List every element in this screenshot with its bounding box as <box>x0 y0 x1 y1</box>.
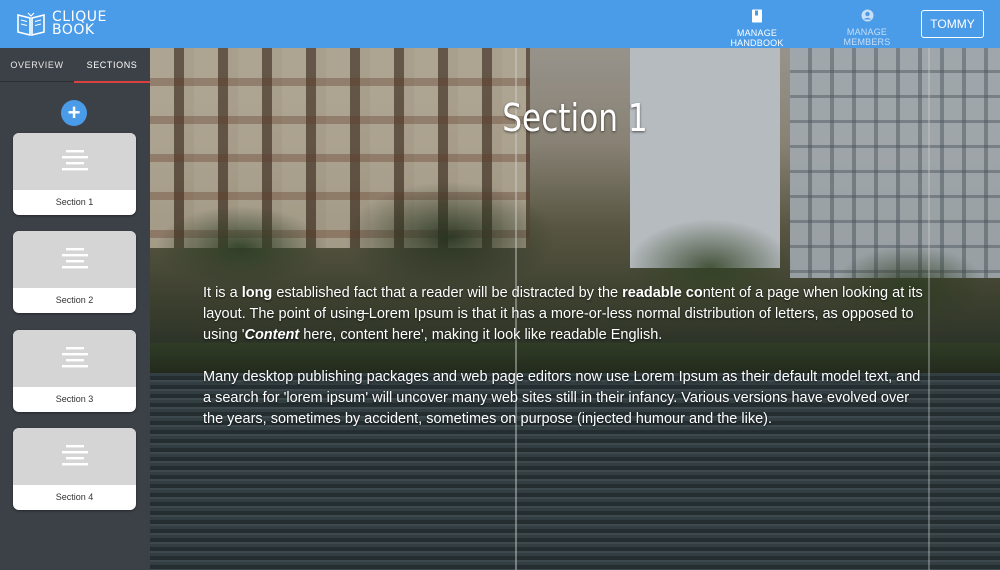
section-thumbnail <box>13 133 136 190</box>
tab-overview[interactable]: OVERVIEW <box>0 48 74 82</box>
section-card-label: Section 1 <box>55 197 94 207</box>
sidebar-tabs: OVERVIEW SECTIONS <box>0 48 150 83</box>
account-circle-icon <box>861 9 873 22</box>
section-thumbnail <box>13 428 136 485</box>
bold-text: long <box>241 285 273 301</box>
section-card[interactable]: Section 1 <box>13 133 136 215</box>
section-card-label: Section 4 <box>55 492 94 502</box>
bold-italic-text: Content <box>244 327 300 343</box>
align-center-icon <box>62 248 88 269</box>
book-icon <box>752 9 762 23</box>
logo-line-2: BOOK <box>52 22 95 38</box>
bold-text: readable co <box>622 285 703 301</box>
section-title: Section 1 <box>502 96 648 140</box>
align-center-icon <box>62 347 88 368</box>
plus-icon: + <box>67 100 81 125</box>
manage-handbook-label: MANAGE HANDBOOK <box>730 28 784 48</box>
strikethrough-text: g <box>356 306 369 322</box>
tab-sections[interactable]: SECTIONS <box>74 48 150 83</box>
section-card-label: Section 3 <box>55 394 94 404</box>
section-card[interactable]: Section 3 <box>13 330 136 412</box>
top-app-bar: CLIQUE BOOK MANAGE HANDBOOK MANAGE MEMBE… <box>0 0 1000 48</box>
section-card[interactable]: Section 4 <box>13 428 136 510</box>
text-run: here, content here', making it look like… <box>299 327 663 343</box>
section-thumbnail <box>13 231 136 288</box>
content-paragraph: It is a long established fact that a rea… <box>203 283 925 346</box>
manage-members-button[interactable]: MANAGE MEMBERS <box>825 9 909 47</box>
align-center-icon <box>62 150 88 171</box>
add-section-button[interactable]: + <box>61 100 87 126</box>
open-book-icon <box>17 12 45 37</box>
text-run: established fact that a reader will be d… <box>272 285 623 301</box>
user-menu-button[interactable]: TOMMY <box>921 10 984 38</box>
section-content[interactable]: It is a long established fact that a rea… <box>203 283 925 451</box>
text-run: It is a <box>203 285 242 301</box>
manage-members-label: MANAGE MEMBERS <box>843 27 891 47</box>
align-center-icon <box>62 445 88 466</box>
section-thumbnail <box>13 330 136 387</box>
section-card-label: Section 2 <box>55 295 94 305</box>
manage-handbook-button[interactable]: MANAGE HANDBOOK <box>712 9 802 48</box>
sidebar: OVERVIEW SECTIONS + Section 1 Section 2 <box>0 48 150 570</box>
logo-text: CLIQUE BOOK <box>52 10 107 38</box>
app-logo[interactable]: CLIQUE BOOK <box>16 8 112 40</box>
content-paragraph: Many desktop publishing packages and web… <box>203 369 921 427</box>
section-card[interactable]: Section 2 <box>13 231 136 313</box>
